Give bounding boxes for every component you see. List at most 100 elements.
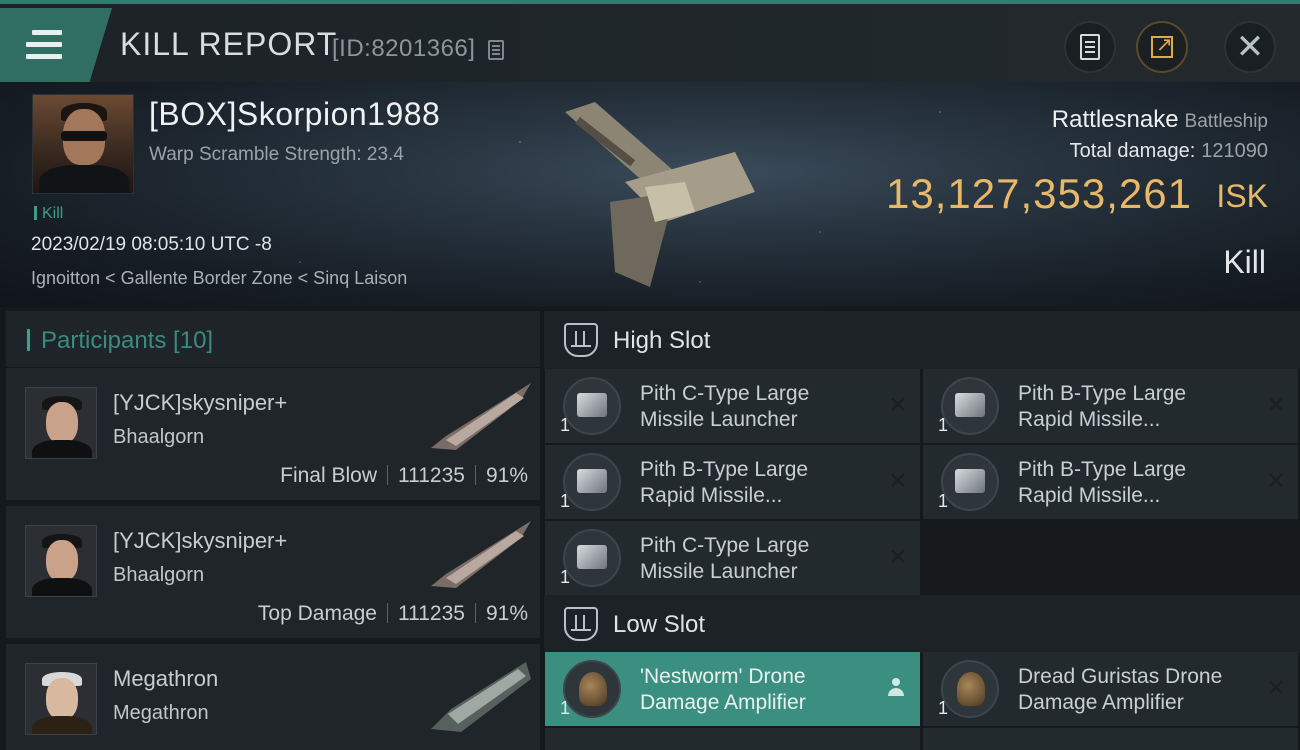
- module-quantity: 1: [560, 491, 571, 511]
- module-item-partial[interactable]: [545, 728, 920, 750]
- participants-panel: Participants [10] [YJCK]skysniper+ Bhaal…: [0, 307, 540, 750]
- module-quantity: 1: [560, 415, 571, 435]
- module-quantity: 1: [560, 567, 571, 587]
- page-title: KILL REPORT: [120, 26, 338, 62]
- participant-stats: Final Blow 111235 91%: [280, 464, 528, 488]
- module-item-selected[interactable]: 1 'Nestworm' Drone Damage Amplifier: [545, 652, 920, 726]
- participant-name: [YJCK]skysniper+: [113, 528, 288, 553]
- module-name: Pith C-Type Large Missile Launcher: [640, 534, 810, 583]
- participant-row[interactable]: Megathron Megathron: [6, 644, 540, 750]
- module-name: Pith B-Type Large Rapid Missile...: [1018, 382, 1187, 431]
- module-item[interactable]: 1 Pith C-Type Large Missile Launcher ✕: [545, 369, 920, 443]
- clipboard-icon: [1080, 34, 1100, 60]
- participant-percent: 91%: [485, 464, 528, 487]
- module-item[interactable]: 1 Pith B-Type Large Rapid Missile... ✕: [923, 445, 1298, 519]
- rattlesnake-ship-image[interactable]: [555, 92, 765, 292]
- copy-id-icon[interactable]: [488, 40, 504, 60]
- participant-avatar: [25, 387, 97, 459]
- share-button[interactable]: [1136, 21, 1188, 73]
- high-slot-header: High Slot: [544, 311, 1300, 369]
- module-quantity: 1: [938, 415, 949, 435]
- participant-role: Top Damage: [257, 602, 377, 625]
- module-name: Dread Guristas Drone Damage Amplifier: [1018, 665, 1223, 714]
- participant-ship-image: [431, 662, 531, 732]
- dropped-x-icon: ✕: [1265, 674, 1286, 702]
- close-icon: ✕: [1235, 27, 1265, 67]
- dropped-x-icon: ✕: [1265, 391, 1286, 419]
- hamburger-menu-icon: [26, 30, 62, 60]
- participant-damage: 111235: [398, 464, 465, 487]
- high-slot-title: High Slot: [613, 327, 711, 354]
- dropped-x-icon: ✕: [887, 543, 908, 571]
- participant-name: [YJCK]skysniper+: [113, 390, 288, 415]
- report-id: [ID:8201366]: [332, 35, 476, 62]
- participant-ship: Bhaalgorn: [113, 564, 205, 586]
- ship-class: Battleship: [1184, 111, 1268, 132]
- share-icon: [1151, 32, 1173, 58]
- isk-unit: ISK: [1216, 178, 1268, 214]
- participant-stats: Top Damage 111235 91%: [258, 602, 528, 626]
- high-slot-icon: [564, 323, 598, 357]
- participant-row[interactable]: [YJCK]skysniper+ Bhaalgorn Final Blow 111…: [6, 368, 540, 500]
- module-name: Pith B-Type Large Rapid Missile...: [640, 458, 809, 507]
- module-name: Pith B-Type Large Rapid Missile...: [1018, 458, 1187, 507]
- participant-ship: Megathron: [113, 702, 209, 724]
- close-button[interactable]: ✕: [1224, 21, 1276, 73]
- victim-avatar[interactable]: [32, 94, 134, 194]
- total-damage: Total damage: 121090: [1070, 140, 1268, 163]
- low-slot-title: Low Slot: [613, 611, 706, 638]
- participants-title: Participants [10]: [41, 327, 214, 354]
- kill-tag: Kill: [34, 205, 63, 223]
- dropped-x-icon: ✕: [887, 467, 908, 495]
- kill-timestamp: 2023/02/19 08:05:10 UTC -8: [31, 234, 272, 255]
- module-name: Pith C-Type Large Missile Launcher: [640, 382, 810, 431]
- module-item-partial[interactable]: [923, 728, 1298, 750]
- drone-damage-amplifier-icon: [563, 660, 621, 718]
- participants-header[interactable]: Participants [10]: [6, 311, 540, 367]
- module-quantity: 1: [938, 698, 949, 718]
- module-quantity: 1: [560, 698, 571, 718]
- ship-type[interactable]: Rattlesnake: [1052, 106, 1179, 133]
- rapid-missile-launcher-icon: [563, 453, 621, 511]
- clipboard-button[interactable]: [1064, 21, 1116, 73]
- module-item[interactable]: 1 Dread Guristas Drone Damage Amplifier …: [923, 652, 1298, 726]
- rapid-missile-launcher-icon: [941, 377, 999, 435]
- dropped-x-icon: ✕: [1265, 467, 1286, 495]
- fittings-panel: High Slot 1 Pith C-Type Large Missile Lau…: [540, 307, 1300, 750]
- participant-avatar: [25, 525, 97, 597]
- participant-ship-image: [431, 521, 531, 588]
- rapid-missile-launcher-icon: [941, 453, 999, 511]
- menu-button[interactable]: [0, 8, 112, 82]
- module-item[interactable]: 1 Pith B-Type Large Rapid Missile... ✕: [545, 445, 920, 519]
- kill-result: Kill: [1223, 244, 1266, 280]
- module-item[interactable]: 1 Pith C-Type Large Missile Launcher ✕: [545, 521, 920, 595]
- low-slot-icon: [564, 607, 598, 641]
- participant-name: Megathron: [113, 666, 219, 691]
- isk-value: 13,127,353,261: [886, 170, 1192, 217]
- kill-location[interactable]: Ignoitton < Gallente Border Zone < Sinq …: [31, 268, 407, 289]
- top-bar: KILL REPORT [ID:8201366] ✕: [0, 0, 1300, 82]
- module-item[interactable]: 1 Pith B-Type Large Rapid Missile... ✕: [923, 369, 1298, 443]
- missile-launcher-icon: [563, 529, 621, 587]
- total-damage-label: Total damage:: [1069, 140, 1196, 162]
- ship-name: Rattlesnake Battleship: [1052, 106, 1268, 134]
- module-quantity: 1: [938, 491, 949, 511]
- kill-tag-label: Kill: [42, 205, 64, 222]
- participant-percent: 91%: [485, 602, 528, 625]
- drone-damage-amplifier-icon: [941, 660, 999, 718]
- dropped-x-icon: ✕: [887, 391, 908, 419]
- participant-avatar: [25, 663, 97, 735]
- participant-row[interactable]: [YJCK]skysniper+ Bhaalgorn Top Damage 111…: [6, 506, 540, 638]
- module-name: 'Nestworm' Drone Damage Amplifier: [640, 665, 806, 714]
- warp-scramble-strength: Warp Scramble Strength: 23.4: [149, 144, 404, 165]
- participant-damage: 111235: [398, 602, 465, 625]
- participant-ship: Bhaalgorn: [113, 426, 205, 448]
- victim-name[interactable]: [BOX]Skorpion1988: [149, 96, 440, 133]
- victim-summary: [BOX]Skorpion1988 Warp Scramble Strength…: [0, 82, 1300, 307]
- total-damage-value: 121090: [1201, 140, 1268, 162]
- participant-ship-image: [431, 383, 531, 450]
- low-slot-header: Low Slot: [544, 595, 1300, 653]
- participant-role: Final Blow: [280, 464, 377, 487]
- missile-launcher-icon: [563, 377, 621, 435]
- person-icon: [888, 678, 904, 698]
